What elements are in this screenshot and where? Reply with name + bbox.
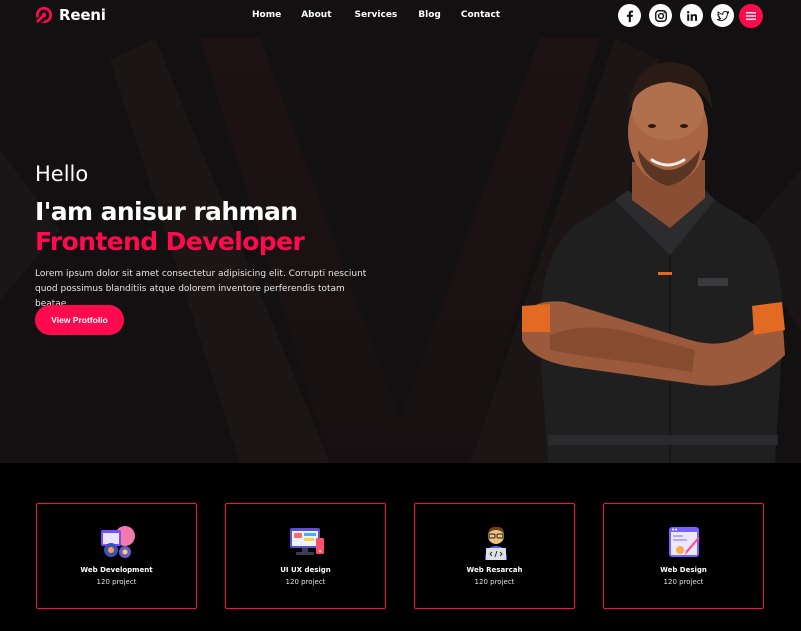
brand-name: Reeni (59, 6, 106, 24)
service-count: 120 project (285, 578, 326, 586)
nav-about[interactable]: About (301, 10, 331, 20)
service-count: 120 project (663, 578, 704, 586)
hero-portrait (522, 62, 785, 463)
web-development-icon (101, 526, 135, 558)
service-card-ui-ux-design[interactable]: UI UX design 120 project (225, 503, 386, 609)
service-count: 120 project (474, 578, 515, 586)
nav-blog[interactable]: Blog (418, 10, 441, 20)
view-portfolio-button[interactable]: View Protfolio (35, 305, 124, 335)
twitter-link[interactable] (711, 4, 734, 27)
service-title: Web Design (660, 566, 707, 574)
twitter-icon (716, 10, 729, 21)
hamburger-icon (746, 12, 756, 20)
nav-services[interactable]: Services (355, 10, 398, 20)
brand-logo[interactable]: Reeni (35, 6, 106, 24)
menu-button[interactable] (739, 4, 763, 28)
instagram-link[interactable] (649, 4, 672, 27)
hero-role: Frontend Developer (35, 227, 305, 256)
web-research-icon (485, 526, 507, 560)
hero-name: I'am anisur rahman (35, 197, 298, 226)
service-title: UI UX design (280, 566, 331, 574)
linkedin-icon (686, 10, 697, 21)
hero-greeting: Hello (35, 162, 89, 186)
service-title: Web Resarcah (466, 566, 523, 574)
logo-icon (35, 6, 53, 24)
instagram-icon (654, 9, 667, 22)
social-links (618, 4, 734, 27)
main-nav: Home About Services Blog Contact (252, 10, 518, 20)
services-section: Web Development 120 project UI UX design… (0, 463, 801, 631)
service-count: 120 project (96, 578, 137, 586)
web-design-icon (669, 527, 700, 557)
service-card-web-design[interactable]: Web Design 120 project (603, 503, 764, 609)
facebook-icon (626, 10, 633, 22)
nav-contact[interactable]: Contact (461, 10, 500, 20)
site-header: Reeni Home About Services Blog Contact (0, 0, 801, 32)
ui-ux-design-icon (290, 528, 324, 555)
facebook-link[interactable] (618, 4, 641, 27)
nav-home[interactable]: Home (252, 10, 281, 20)
hero-section: Reeni Home About Services Blog Contact H… (0, 0, 801, 463)
linkedin-link[interactable] (680, 4, 703, 27)
service-title: Web Development (80, 566, 153, 574)
service-card-web-research[interactable]: Web Resarcah 120 project (414, 503, 575, 609)
service-card-web-development[interactable]: Web Development 120 project (36, 503, 197, 609)
